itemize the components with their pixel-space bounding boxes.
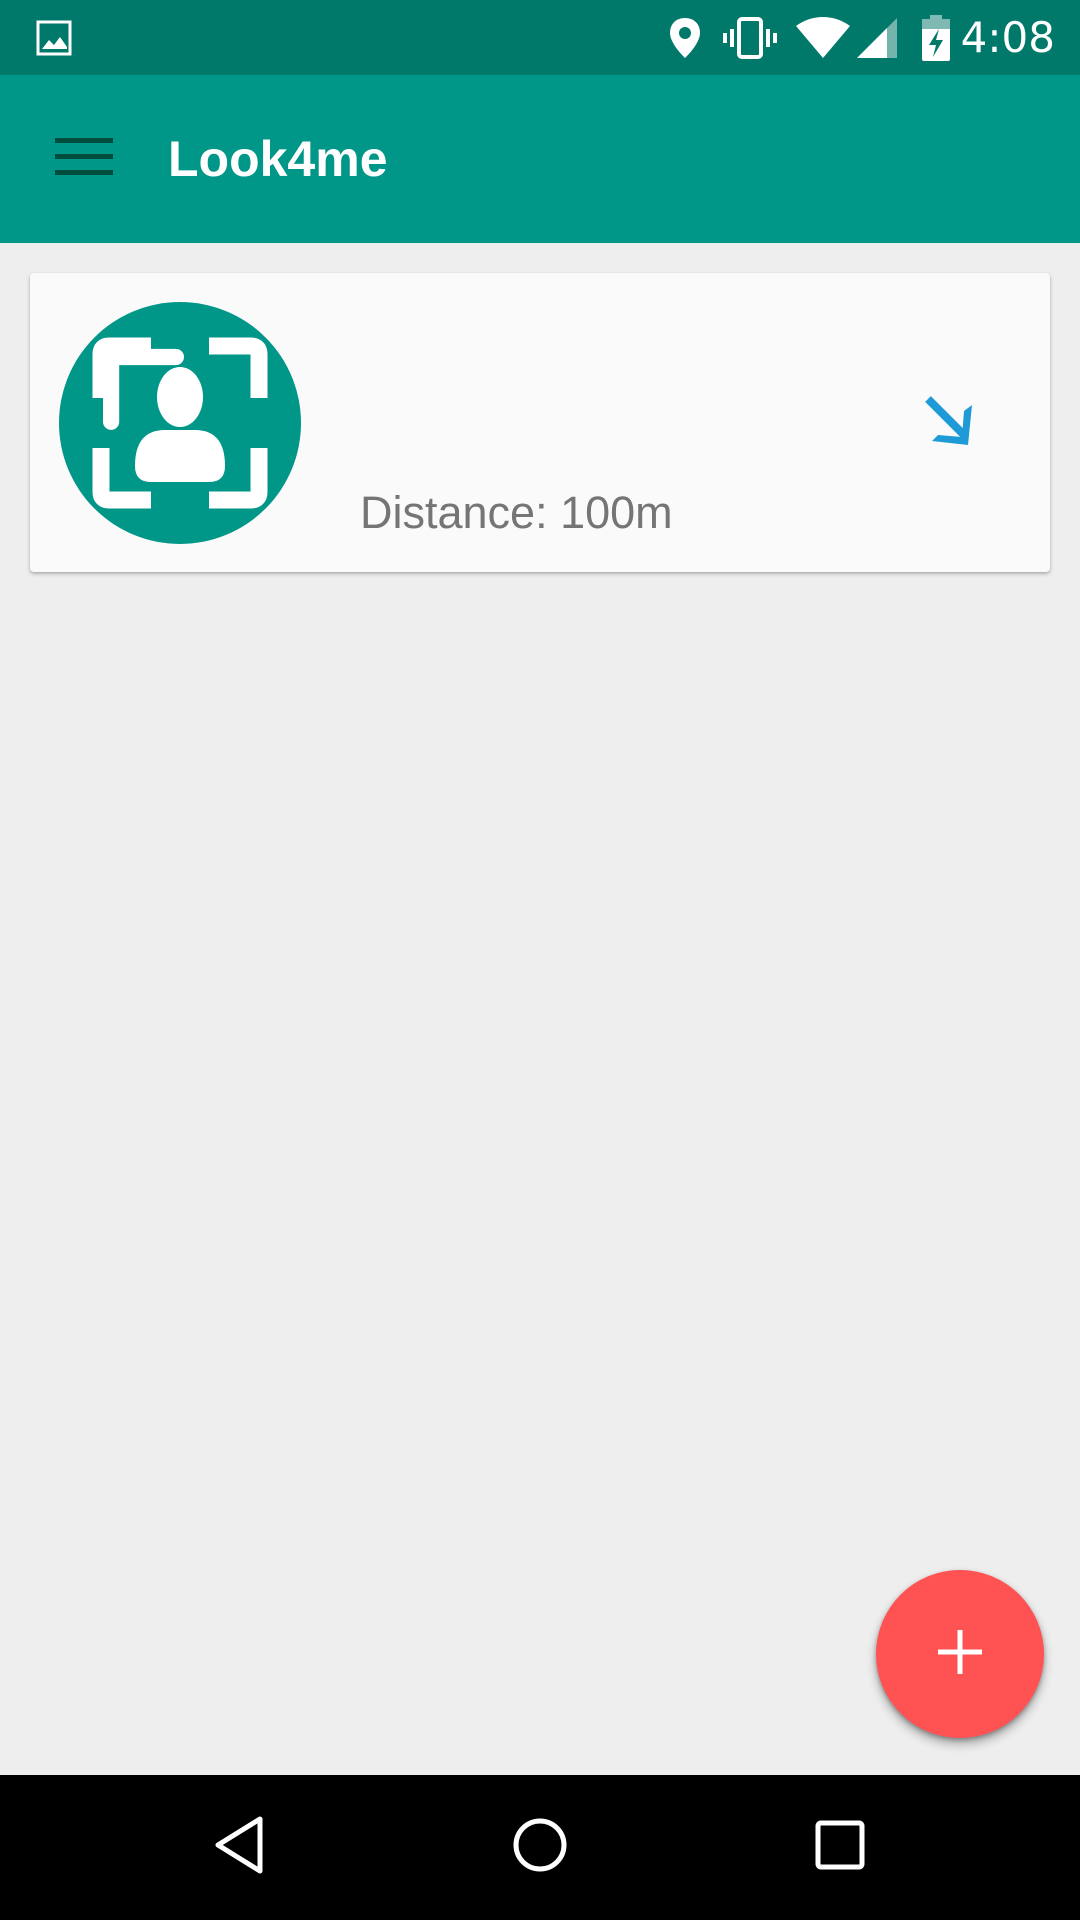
status-time: 4:08	[960, 13, 1055, 62]
menu-button[interactable]	[35, 110, 133, 208]
app-bar: Look4me	[0, 75, 1080, 243]
add-button[interactable]	[876, 1570, 1044, 1738]
arrow-down-right-icon	[920, 391, 980, 456]
face-scan-icon	[59, 302, 301, 544]
home-button[interactable]	[490, 1797, 590, 1897]
battery-charging-icon	[920, 0, 952, 75]
hamburger-menu-icon	[55, 136, 113, 183]
screen: 4:08 Look4me Distance: 100m	[0, 0, 1080, 1920]
vibrate-icon	[722, 0, 778, 75]
person-card[interactable]: Distance: 100m	[30, 273, 1050, 572]
direction-button[interactable]	[900, 373, 1000, 473]
app-title: Look4me	[168, 131, 388, 187]
plus-icon	[936, 1628, 984, 1681]
recents-button[interactable]	[790, 1797, 890, 1897]
distance-label: Distance: 100m	[360, 487, 673, 538]
wifi-icon	[795, 0, 851, 75]
image-notification-icon	[36, 0, 72, 75]
home-icon	[511, 1816, 569, 1879]
back-button[interactable]	[190, 1797, 290, 1897]
status-bar: 4:08	[0, 0, 1080, 75]
location-icon	[667, 0, 703, 75]
cell-signal-icon	[855, 0, 899, 75]
navigation-bar	[0, 1775, 1080, 1920]
back-icon	[212, 1815, 268, 1880]
recents-icon	[814, 1819, 866, 1876]
